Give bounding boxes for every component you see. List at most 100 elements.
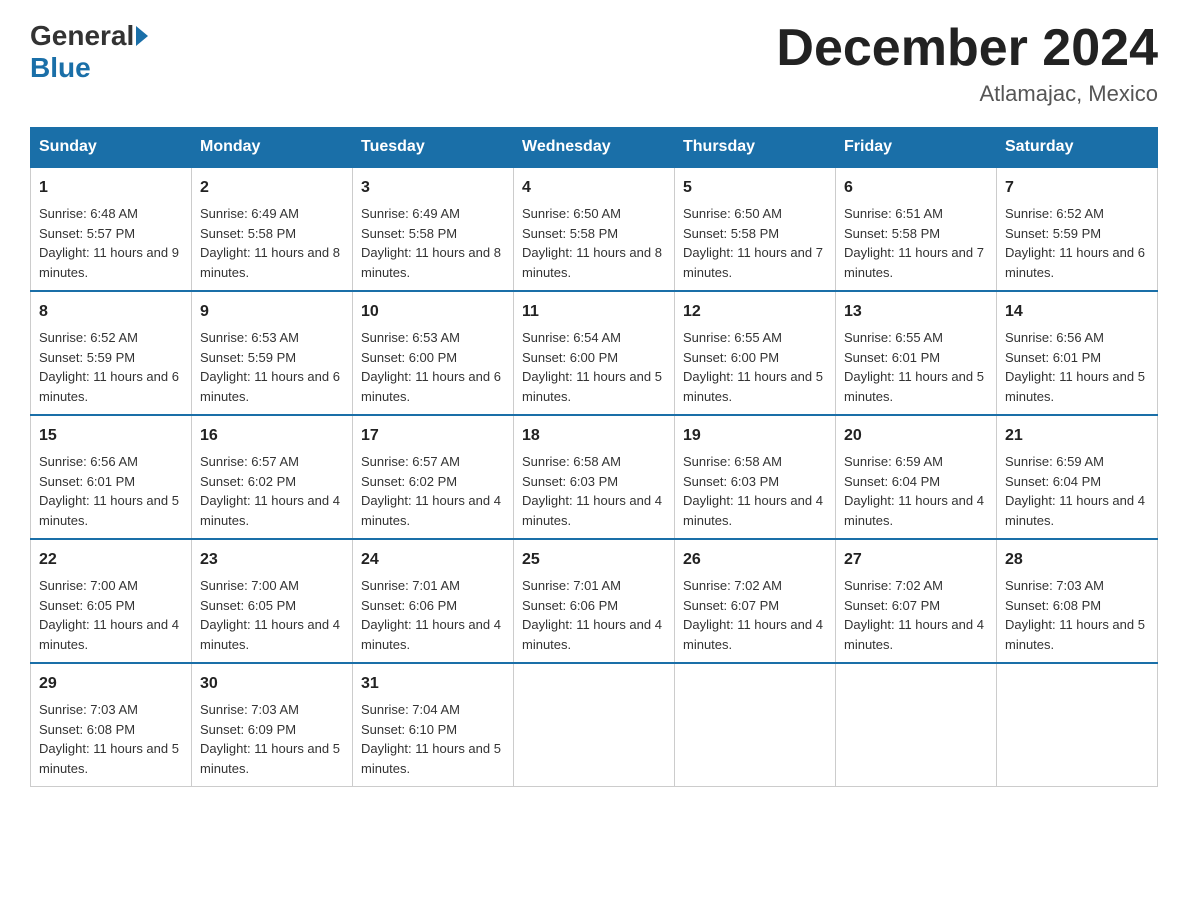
daylight-label: Daylight: 11 hours and 5 minutes. (683, 369, 823, 404)
table-row: 1 Sunrise: 6:48 AM Sunset: 5:57 PM Dayli… (31, 167, 192, 291)
calendar-week-row: 1 Sunrise: 6:48 AM Sunset: 5:57 PM Dayli… (31, 167, 1158, 291)
sunset-label: Sunset: 6:03 PM (522, 474, 618, 489)
sunset-label: Sunset: 5:58 PM (522, 226, 618, 241)
day-number: 16 (200, 424, 344, 448)
sunset-label: Sunset: 6:05 PM (39, 598, 135, 613)
sunrise-label: Sunrise: 7:01 AM (522, 578, 621, 593)
sunset-label: Sunset: 6:06 PM (361, 598, 457, 613)
sunrise-label: Sunrise: 6:58 AM (683, 454, 782, 469)
col-friday: Friday (836, 128, 997, 168)
sunrise-label: Sunrise: 7:00 AM (39, 578, 138, 593)
table-row: 22 Sunrise: 7:00 AM Sunset: 6:05 PM Dayl… (31, 539, 192, 663)
day-number: 13 (844, 300, 988, 324)
table-row: 27 Sunrise: 7:02 AM Sunset: 6:07 PM Dayl… (836, 539, 997, 663)
daylight-label: Daylight: 11 hours and 8 minutes. (200, 245, 340, 280)
calendar-week-row: 29 Sunrise: 7:03 AM Sunset: 6:08 PM Dayl… (31, 663, 1158, 787)
col-tuesday: Tuesday (353, 128, 514, 168)
sunset-label: Sunset: 5:58 PM (200, 226, 296, 241)
sunset-label: Sunset: 5:58 PM (844, 226, 940, 241)
sunrise-label: Sunrise: 6:52 AM (39, 330, 138, 345)
col-monday: Monday (192, 128, 353, 168)
day-number: 8 (39, 300, 183, 324)
daylight-label: Daylight: 11 hours and 5 minutes. (39, 493, 179, 528)
sunrise-label: Sunrise: 6:57 AM (361, 454, 460, 469)
day-number: 2 (200, 176, 344, 200)
daylight-label: Daylight: 11 hours and 4 minutes. (1005, 493, 1145, 528)
day-number: 19 (683, 424, 827, 448)
daylight-label: Daylight: 11 hours and 4 minutes. (683, 493, 823, 528)
day-number: 6 (844, 176, 988, 200)
day-number: 24 (361, 548, 505, 572)
sunset-label: Sunset: 5:57 PM (39, 226, 135, 241)
table-row: 8 Sunrise: 6:52 AM Sunset: 5:59 PM Dayli… (31, 291, 192, 415)
sunrise-label: Sunrise: 6:56 AM (39, 454, 138, 469)
day-number: 27 (844, 548, 988, 572)
sunset-label: Sunset: 6:00 PM (361, 350, 457, 365)
sunset-label: Sunset: 6:07 PM (683, 598, 779, 613)
day-number: 25 (522, 548, 666, 572)
sunset-label: Sunset: 6:08 PM (39, 722, 135, 737)
day-number: 28 (1005, 548, 1149, 572)
sunrise-label: Sunrise: 6:49 AM (361, 206, 460, 221)
daylight-label: Daylight: 11 hours and 5 minutes. (844, 369, 984, 404)
calendar-week-row: 15 Sunrise: 6:56 AM Sunset: 6:01 PM Dayl… (31, 415, 1158, 539)
sunrise-label: Sunrise: 7:00 AM (200, 578, 299, 593)
daylight-label: Daylight: 11 hours and 5 minutes. (1005, 369, 1145, 404)
table-row: 28 Sunrise: 7:03 AM Sunset: 6:08 PM Dayl… (997, 539, 1158, 663)
daylight-label: Daylight: 11 hours and 4 minutes. (844, 493, 984, 528)
table-row: 26 Sunrise: 7:02 AM Sunset: 6:07 PM Dayl… (675, 539, 836, 663)
sunrise-label: Sunrise: 6:51 AM (844, 206, 943, 221)
daylight-label: Daylight: 11 hours and 5 minutes. (1005, 617, 1145, 652)
sunset-label: Sunset: 6:00 PM (522, 350, 618, 365)
location: Atlamajac, Mexico (776, 81, 1158, 107)
day-number: 12 (683, 300, 827, 324)
sunset-label: Sunset: 6:03 PM (683, 474, 779, 489)
table-row: 5 Sunrise: 6:50 AM Sunset: 5:58 PM Dayli… (675, 167, 836, 291)
sunset-label: Sunset: 6:10 PM (361, 722, 457, 737)
sunrise-label: Sunrise: 6:50 AM (522, 206, 621, 221)
table-row: 19 Sunrise: 6:58 AM Sunset: 6:03 PM Dayl… (675, 415, 836, 539)
day-number: 26 (683, 548, 827, 572)
table-row (675, 663, 836, 787)
table-row: 18 Sunrise: 6:58 AM Sunset: 6:03 PM Dayl… (514, 415, 675, 539)
sunset-label: Sunset: 6:01 PM (1005, 350, 1101, 365)
day-number: 20 (844, 424, 988, 448)
daylight-label: Daylight: 11 hours and 5 minutes. (200, 741, 340, 776)
day-number: 1 (39, 176, 183, 200)
table-row (836, 663, 997, 787)
sunset-label: Sunset: 6:09 PM (200, 722, 296, 737)
table-row: 6 Sunrise: 6:51 AM Sunset: 5:58 PM Dayli… (836, 167, 997, 291)
table-row: 16 Sunrise: 6:57 AM Sunset: 6:02 PM Dayl… (192, 415, 353, 539)
table-row (997, 663, 1158, 787)
table-row: 14 Sunrise: 6:56 AM Sunset: 6:01 PM Dayl… (997, 291, 1158, 415)
daylight-label: Daylight: 11 hours and 4 minutes. (522, 617, 662, 652)
sunrise-label: Sunrise: 6:53 AM (200, 330, 299, 345)
calendar-table: Sunday Monday Tuesday Wednesday Thursday… (30, 127, 1158, 787)
daylight-label: Daylight: 11 hours and 6 minutes. (361, 369, 501, 404)
sunset-label: Sunset: 5:58 PM (361, 226, 457, 241)
sunrise-label: Sunrise: 6:56 AM (1005, 330, 1104, 345)
sunrise-label: Sunrise: 6:53 AM (361, 330, 460, 345)
daylight-label: Daylight: 11 hours and 4 minutes. (200, 493, 340, 528)
table-row: 29 Sunrise: 7:03 AM Sunset: 6:08 PM Dayl… (31, 663, 192, 787)
day-number: 11 (522, 300, 666, 324)
table-row: 24 Sunrise: 7:01 AM Sunset: 6:06 PM Dayl… (353, 539, 514, 663)
table-row: 10 Sunrise: 6:53 AM Sunset: 6:00 PM Dayl… (353, 291, 514, 415)
daylight-label: Daylight: 11 hours and 4 minutes. (683, 617, 823, 652)
sunrise-label: Sunrise: 7:03 AM (1005, 578, 1104, 593)
daylight-label: Daylight: 11 hours and 8 minutes. (361, 245, 501, 280)
sunrise-label: Sunrise: 7:03 AM (39, 702, 138, 717)
table-row: 21 Sunrise: 6:59 AM Sunset: 6:04 PM Dayl… (997, 415, 1158, 539)
calendar-header-row: Sunday Monday Tuesday Wednesday Thursday… (31, 128, 1158, 168)
sunset-label: Sunset: 6:05 PM (200, 598, 296, 613)
daylight-label: Daylight: 11 hours and 6 minutes. (1005, 245, 1145, 280)
sunrise-label: Sunrise: 6:49 AM (200, 206, 299, 221)
day-number: 14 (1005, 300, 1149, 324)
sunrise-label: Sunrise: 7:01 AM (361, 578, 460, 593)
sunrise-label: Sunrise: 6:54 AM (522, 330, 621, 345)
table-row: 13 Sunrise: 6:55 AM Sunset: 6:01 PM Dayl… (836, 291, 997, 415)
day-number: 21 (1005, 424, 1149, 448)
sunset-label: Sunset: 6:01 PM (844, 350, 940, 365)
day-number: 23 (200, 548, 344, 572)
sunset-label: Sunset: 6:06 PM (522, 598, 618, 613)
